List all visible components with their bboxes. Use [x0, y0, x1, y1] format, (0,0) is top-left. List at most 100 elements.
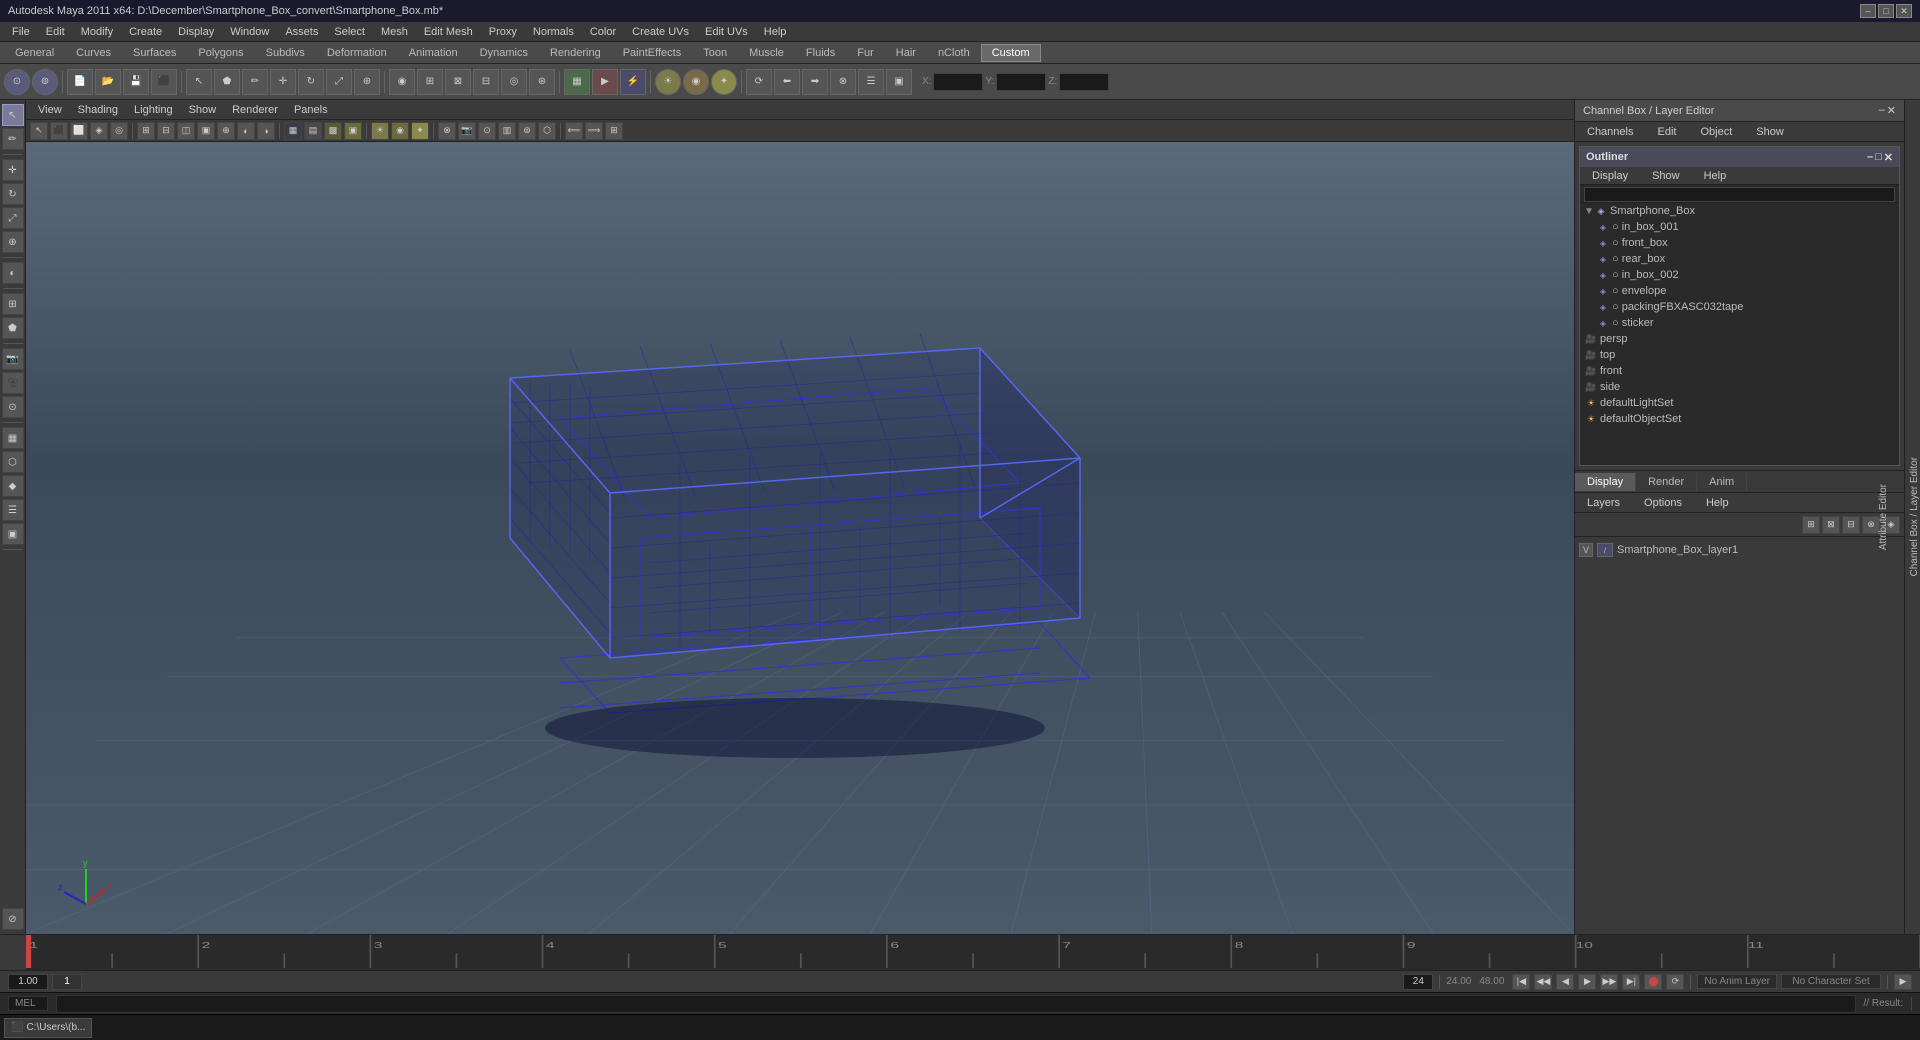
- shelf-icon-select[interactable]: ↖: [186, 69, 212, 95]
- minimize-button[interactable]: –: [1860, 4, 1876, 18]
- layer-tab-render[interactable]: Render: [1636, 473, 1697, 491]
- vp-camera[interactable]: 📷: [458, 122, 476, 140]
- shelf-tab-curves[interactable]: Curves: [65, 44, 122, 62]
- menu-file[interactable]: File: [4, 24, 38, 40]
- vp-smooth[interactable]: ▣: [197, 122, 215, 140]
- layer-visibility[interactable]: V: [1579, 543, 1593, 557]
- shelf-icon-soft[interactable]: ◉: [389, 69, 415, 95]
- tree-item-smartphonebox[interactable]: ▼ ◈ Smartphone_Box: [1580, 203, 1899, 219]
- tool-soft[interactable]: ◐: [2, 262, 24, 284]
- shelf-tab-surfaces[interactable]: Surfaces: [122, 44, 187, 62]
- vp-shade4[interactable]: ▣: [344, 122, 362, 140]
- shelf-tab-polygons[interactable]: Polygons: [187, 44, 254, 62]
- transport-play-fwd[interactable]: ▶: [1578, 974, 1596, 990]
- tool-render[interactable]: ▦: [2, 427, 24, 449]
- shelf-tab-fur[interactable]: Fur: [846, 44, 885, 62]
- shelf-icon-maya1[interactable]: ⊙: [4, 69, 30, 95]
- tool-lasso[interactable]: ⬟: [2, 317, 24, 339]
- tree-item-inbox001[interactable]: ◈ ○ in_box_001: [1580, 219, 1899, 235]
- shelf-icon-snap6[interactable]: ⊗: [830, 69, 856, 95]
- vp-pick3[interactable]: ◈: [90, 122, 108, 140]
- layer-tab-anim[interactable]: Anim: [1697, 473, 1747, 491]
- shelf-icon-lasso[interactable]: ⬟: [214, 69, 240, 95]
- menu-color[interactable]: Color: [582, 24, 624, 40]
- shelf-icon-universal[interactable]: ⊕: [354, 69, 380, 95]
- shelf-tab-ncloth[interactable]: nCloth: [927, 44, 981, 62]
- shelf-icon-render[interactable]: ▶: [592, 69, 618, 95]
- frame-start-field[interactable]: [8, 974, 48, 990]
- layer-menu-options[interactable]: Options: [1636, 495, 1690, 511]
- menu-normals[interactable]: Normals: [525, 24, 582, 40]
- tree-item-defaultlightset[interactable]: ☀ defaultLightSet: [1580, 395, 1899, 411]
- shelf-tab-subdivs[interactable]: Subdivs: [255, 44, 316, 62]
- layer-menu-help[interactable]: Help: [1698, 495, 1737, 511]
- shelf-icon-snap4[interactable]: ◎: [501, 69, 527, 95]
- channels-menu-channels[interactable]: Channels: [1579, 124, 1641, 140]
- shelf-icon-maya2[interactable]: ⊚: [32, 69, 58, 95]
- viewport-3d[interactable]: .wire { stroke: #3333cc; stroke-width: 1…: [26, 142, 1574, 934]
- layer-btn-3[interactable]: ⊟: [1842, 516, 1860, 534]
- shelf-icon-snap2[interactable]: ⊠: [445, 69, 471, 95]
- outliner-menu-show[interactable]: Show: [1644, 168, 1688, 184]
- menu-edit[interactable]: Edit: [38, 24, 73, 40]
- vp-light3[interactable]: ✦: [411, 122, 429, 140]
- current-frame-field[interactable]: [52, 974, 82, 990]
- vpmenu-show[interactable]: Show: [181, 102, 225, 118]
- menu-display[interactable]: Display: [170, 24, 222, 40]
- shelf-icon-ipr[interactable]: ⚡: [620, 69, 646, 95]
- menu-help[interactable]: Help: [756, 24, 795, 40]
- tool-universal[interactable]: ⊕: [2, 231, 24, 253]
- vp-pick4[interactable]: ◎: [110, 122, 128, 140]
- outliner-close[interactable]: ✕: [1884, 151, 1893, 164]
- channels-menu-show[interactable]: Show: [1748, 124, 1792, 140]
- vp-pick1[interactable]: ⬛: [50, 122, 68, 140]
- transport-prev-frame[interactable]: ◀: [1556, 974, 1574, 990]
- anim-layer-label[interactable]: No Anim Layer: [1697, 974, 1777, 989]
- tree-item-packingtape[interactable]: ◈ ○ packingFBXASC032tape: [1580, 299, 1899, 315]
- vp-light1[interactable]: ☀: [371, 122, 389, 140]
- outliner-menu-help[interactable]: Help: [1696, 168, 1735, 184]
- layer-menu-layers[interactable]: Layers: [1579, 495, 1628, 511]
- transport-next-frame[interactable]: ▶▶: [1600, 974, 1618, 990]
- shelf-tab-animation[interactable]: Animation: [398, 44, 469, 62]
- vp-select-mask[interactable]: ↖: [30, 122, 48, 140]
- transport-loop[interactable]: ⟳: [1666, 974, 1684, 990]
- tool-camera2[interactable]: 🎥: [2, 372, 24, 394]
- menu-proxy[interactable]: Proxy: [481, 24, 525, 40]
- transport-go-start[interactable]: |◀: [1512, 974, 1530, 990]
- tool-move[interactable]: ✛: [2, 159, 24, 181]
- tool-render3[interactable]: ◆: [2, 475, 24, 497]
- shelf-icon-save[interactable]: 💾: [123, 69, 149, 95]
- char-set-label[interactable]: No Character Set: [1781, 974, 1881, 989]
- vpmenu-lighting[interactable]: Lighting: [126, 102, 181, 118]
- shelf-icon-save2[interactable]: ⬛: [151, 69, 177, 95]
- status-command-field[interactable]: [56, 995, 1856, 1013]
- layer-btn-1[interactable]: ⊞: [1802, 516, 1820, 534]
- shelf-icon-history[interactable]: ⟳: [746, 69, 772, 95]
- menu-edituvs[interactable]: Edit UVs: [697, 24, 756, 40]
- vp-display3[interactable]: ◑: [257, 122, 275, 140]
- menu-editmesh[interactable]: Edit Mesh: [416, 24, 481, 40]
- tree-item-persp[interactable]: 🎥 persp: [1580, 331, 1899, 347]
- coord-y[interactable]: [996, 73, 1046, 91]
- attr-tab-attributeeditor[interactable]: Attribute Editor: [1878, 484, 1889, 550]
- vp-aa[interactable]: ⊚: [518, 122, 536, 140]
- shelf-icon-scale[interactable]: ⤢: [326, 69, 352, 95]
- close-button[interactable]: ✕: [1896, 4, 1912, 18]
- shelf-icon-wire[interactable]: ☰: [858, 69, 884, 95]
- shelf-tab-painteffects[interactable]: PaintEffects: [612, 44, 693, 62]
- shelf-icon-paint[interactable]: ✏: [242, 69, 268, 95]
- menu-createuvs[interactable]: Create UVs: [624, 24, 697, 40]
- channels-menu-edit[interactable]: Edit: [1649, 124, 1684, 140]
- playback-end-field[interactable]: [1403, 974, 1433, 990]
- shelf-icon-light2[interactable]: ◉: [683, 69, 709, 95]
- vp-resolution[interactable]: ▥: [498, 122, 516, 140]
- tree-item-rearbox[interactable]: ◈ ○ rear_box: [1580, 251, 1899, 267]
- shelf-tab-general[interactable]: General: [4, 44, 65, 62]
- transport-autokey[interactable]: ⬤: [1644, 974, 1662, 990]
- tool-render2[interactable]: ⬡: [2, 451, 24, 473]
- vp-light2[interactable]: ◉: [391, 122, 409, 140]
- vp-deform[interactable]: ⊙: [478, 122, 496, 140]
- tool-extra[interactable]: ⊘: [2, 908, 24, 930]
- layer-tab-display[interactable]: Display: [1575, 473, 1636, 491]
